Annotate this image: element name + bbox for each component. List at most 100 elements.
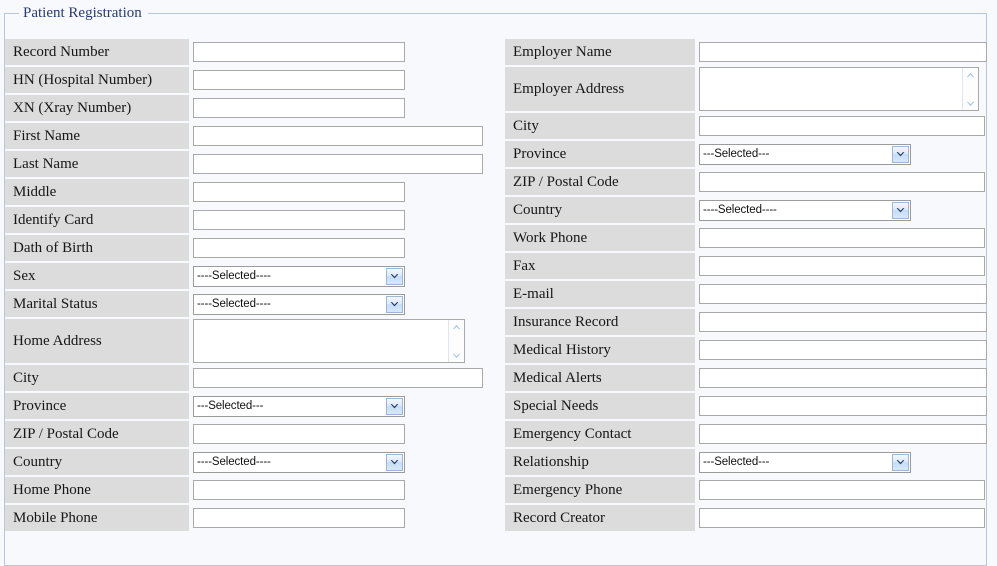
- form-row-record-number: Record Number: [5, 39, 505, 65]
- form-row-home-phone: Home Phone: [5, 477, 505, 503]
- form-row-first-name: First Name: [5, 123, 505, 149]
- input-first-name[interactable]: [193, 126, 483, 146]
- control-cell-city: [695, 113, 988, 139]
- control-cell-country: ----Selected----: [189, 449, 505, 475]
- input-dath-of-birth[interactable]: [193, 238, 405, 258]
- form-row-dath-of-birth: Dath of Birth: [5, 235, 505, 261]
- input-e-mail[interactable]: [699, 284, 987, 304]
- textarea-wrapper-home-address: [193, 319, 465, 363]
- label-city: City: [505, 113, 695, 139]
- form-row-city: City: [505, 113, 988, 139]
- control-cell-record-creator: [695, 505, 988, 531]
- form-row-employer-address: Employer Address: [505, 67, 988, 111]
- chevron-down-icon[interactable]: [386, 397, 403, 415]
- label-insurance-record: Insurance Record: [505, 309, 695, 335]
- label-zip-postal-code: ZIP / Postal Code: [505, 169, 695, 195]
- label-home-phone: Home Phone: [5, 477, 189, 503]
- input-zip-postal-code[interactable]: [193, 424, 405, 444]
- control-cell-e-mail: [695, 281, 988, 307]
- control-cell-insurance-record: [695, 309, 988, 335]
- scroll-up-icon[interactable]: [450, 320, 463, 333]
- select-country[interactable]: ----Selected----: [193, 451, 405, 473]
- label-record-number: Record Number: [5, 39, 189, 65]
- chevron-down-icon[interactable]: [892, 453, 909, 471]
- label-record-creator: Record Creator: [505, 505, 695, 531]
- control-cell-first-name: [189, 123, 505, 149]
- form-row-medical-history: Medical History: [505, 337, 988, 363]
- input-medical-history[interactable]: [699, 340, 987, 360]
- input-middle[interactable]: [193, 182, 405, 202]
- control-cell-middle: [189, 179, 505, 205]
- form-row-last-name: Last Name: [5, 151, 505, 177]
- input-special-needs[interactable]: [699, 396, 987, 416]
- textarea-home-address[interactable]: [194, 320, 449, 362]
- select-province[interactable]: ---Selected---: [699, 143, 911, 165]
- form-row-middle: Middle: [5, 179, 505, 205]
- form-row-fax: Fax: [505, 253, 988, 279]
- label-employer-address: Employer Address: [505, 67, 695, 111]
- input-record-number[interactable]: [193, 42, 405, 62]
- input-work-phone[interactable]: [699, 228, 985, 248]
- form-row-e-mail: E-mail: [505, 281, 988, 307]
- input-identify-card[interactable]: [193, 210, 405, 230]
- input-city[interactable]: [699, 116, 985, 136]
- scroll-down-icon[interactable]: [964, 97, 977, 110]
- label-sex: Sex: [5, 263, 189, 289]
- control-cell-zip-postal-code: [189, 421, 505, 447]
- chevron-down-icon[interactable]: [386, 453, 403, 471]
- label-province: Province: [505, 141, 695, 167]
- control-cell-xn-xray-number: [189, 95, 505, 121]
- textarea-scrollbar-home-address[interactable]: [448, 320, 464, 362]
- input-home-phone[interactable]: [193, 480, 405, 500]
- left-column: Record Number HN (Hospital Number) XN (Xra…: [5, 39, 505, 533]
- input-insurance-record[interactable]: [699, 312, 987, 332]
- label-country: Country: [505, 197, 695, 223]
- select-country[interactable]: ----Selected----: [699, 199, 911, 221]
- form-row-medical-alerts: Medical Alerts: [505, 365, 988, 391]
- input-medical-alerts[interactable]: [699, 368, 987, 388]
- label-province: Province: [5, 393, 189, 419]
- input-record-creator[interactable]: [699, 508, 985, 528]
- control-cell-record-number: [189, 39, 505, 65]
- form-row-special-needs: Special Needs: [505, 393, 988, 419]
- page-title: Patient Registration: [23, 5, 142, 21]
- select-sex[interactable]: ----Selected----: [193, 265, 405, 287]
- scroll-up-icon[interactable]: [964, 68, 977, 81]
- control-cell-marital-status: ----Selected----: [189, 291, 505, 317]
- control-cell-medical-alerts: [695, 365, 988, 391]
- select-value-relationship: ---Selected---: [703, 456, 770, 468]
- input-employer-name[interactable]: [699, 42, 987, 62]
- select-marital-status[interactable]: ----Selected----: [193, 293, 405, 315]
- select-province[interactable]: ---Selected---: [193, 395, 405, 417]
- chevron-down-icon[interactable]: [386, 295, 403, 313]
- select-relationship[interactable]: ---Selected---: [699, 451, 911, 473]
- input-zip-postal-code[interactable]: [699, 172, 985, 192]
- label-relationship: Relationship: [505, 449, 695, 475]
- control-cell-home-phone: [189, 477, 505, 503]
- label-dath-of-birth: Dath of Birth: [5, 235, 189, 261]
- form-row-emergency-phone: Emergency Phone: [505, 477, 988, 503]
- label-home-address: Home Address: [5, 319, 189, 363]
- textarea-scrollbar-employer-address[interactable]: [962, 68, 978, 110]
- form-row-employer-name: Employer Name: [505, 39, 988, 65]
- label-emergency-phone: Emergency Phone: [505, 477, 695, 503]
- textarea-employer-address[interactable]: [700, 68, 963, 110]
- input-last-name[interactable]: [193, 154, 483, 174]
- chevron-down-icon[interactable]: [892, 201, 909, 219]
- chevron-down-icon[interactable]: [892, 145, 909, 163]
- input-emergency-phone[interactable]: [699, 480, 985, 500]
- input-emergency-contact[interactable]: [699, 424, 987, 444]
- scroll-down-icon[interactable]: [450, 349, 463, 362]
- select-value-sex: ----Selected----: [197, 270, 271, 282]
- input-fax[interactable]: [699, 256, 985, 276]
- input-xn-xray-number[interactable]: [193, 98, 405, 118]
- chevron-down-icon[interactable]: [386, 267, 403, 285]
- input-city[interactable]: [193, 368, 483, 388]
- control-cell-country: ----Selected----: [695, 197, 988, 223]
- label-employer-name: Employer Name: [505, 39, 695, 65]
- input-hn-hospital-number[interactable]: [193, 70, 405, 90]
- right-column: Employer Name Employer Address City Provinc…: [505, 39, 988, 533]
- input-mobile-phone[interactable]: [193, 508, 405, 528]
- label-fax: Fax: [505, 253, 695, 279]
- form-row-sex: Sex ----Selected----: [5, 263, 505, 289]
